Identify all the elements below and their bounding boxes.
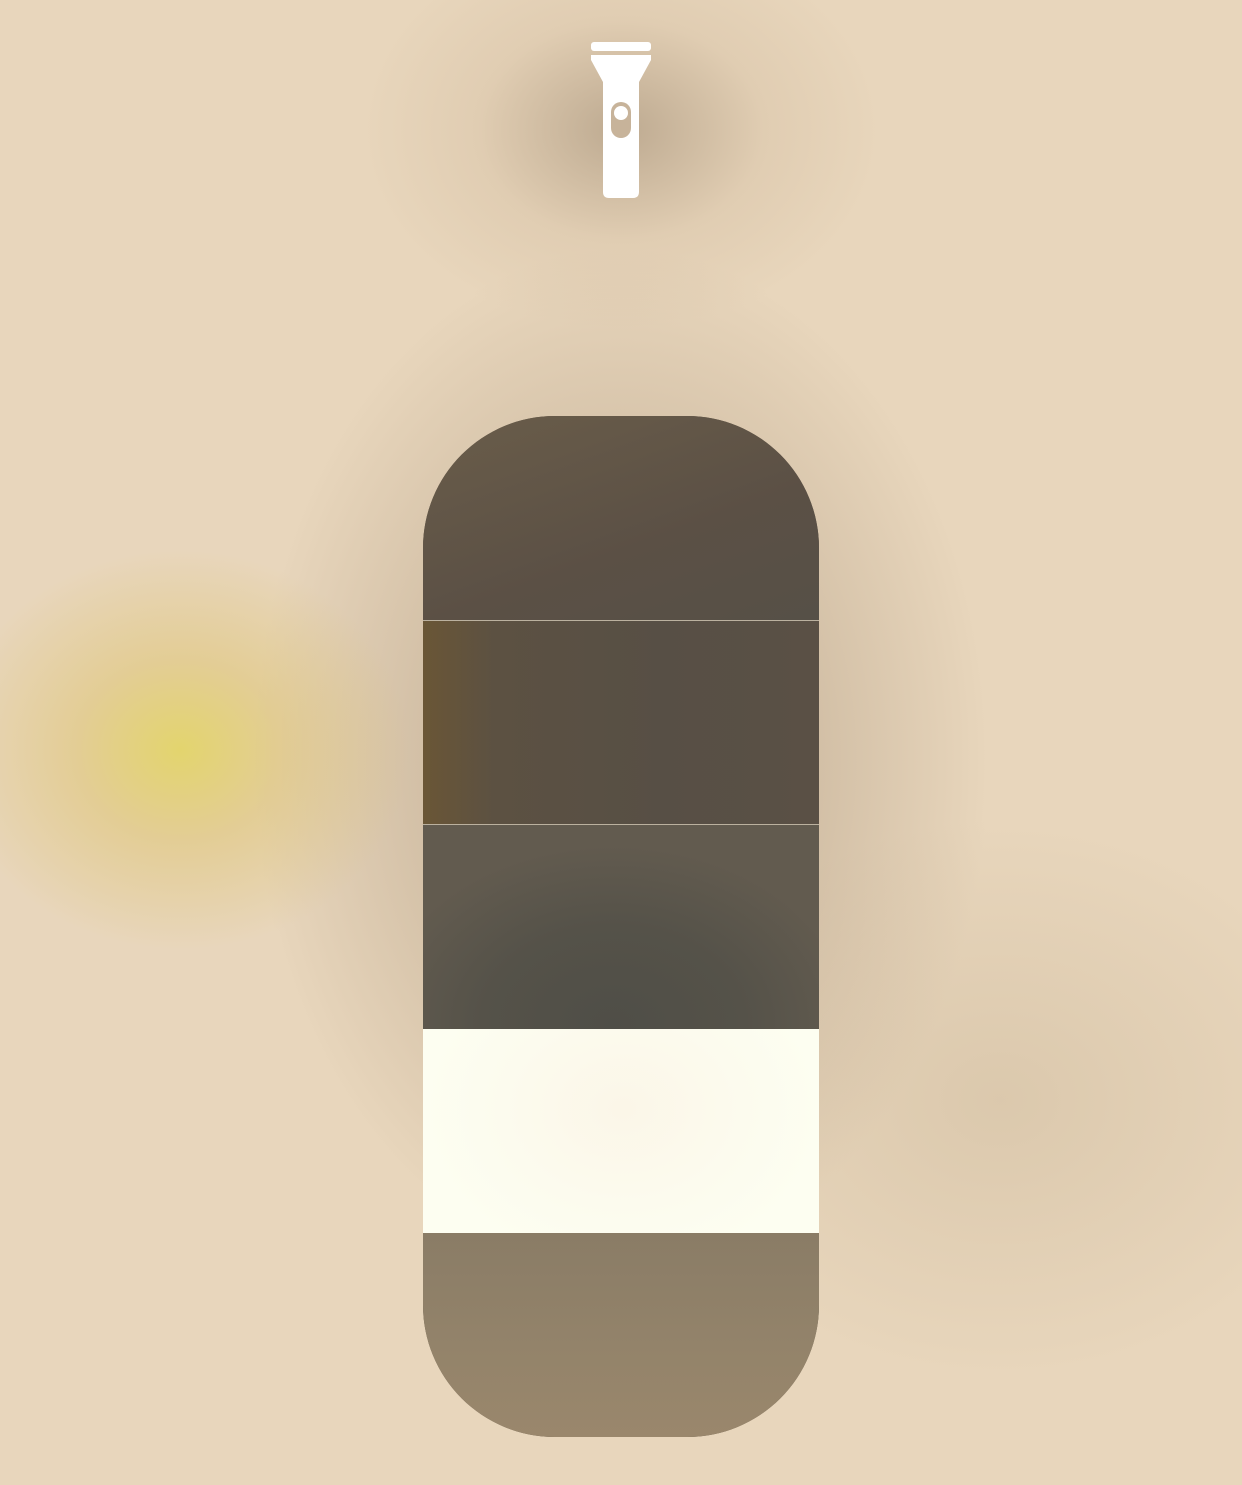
brightness-level-2-selected[interactable] <box>423 1029 819 1233</box>
flashlight-brightness-slider[interactable] <box>423 416 819 1437</box>
level-divider <box>423 620 819 621</box>
brightness-level-3[interactable] <box>423 825 819 1029</box>
brightness-level-1[interactable] <box>423 1233 819 1437</box>
level-divider <box>423 824 819 825</box>
brightness-level-4[interactable] <box>423 621 819 824</box>
brightness-level-5[interactable] <box>423 416 819 620</box>
flashlight-icon <box>591 42 651 198</box>
